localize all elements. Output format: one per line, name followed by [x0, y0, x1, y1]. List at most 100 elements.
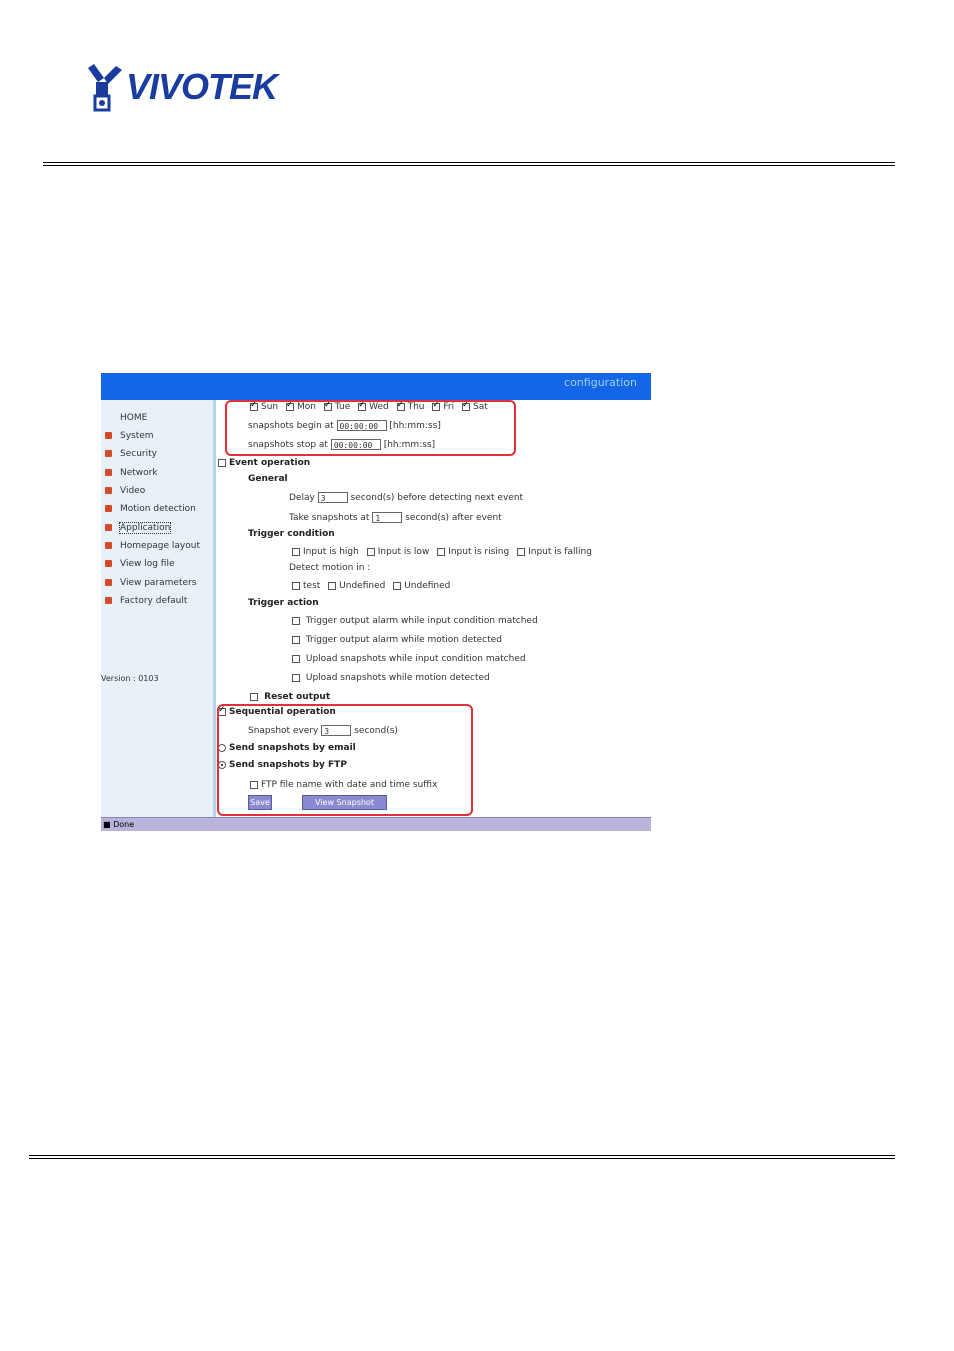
- detect-motion-label: Detect motion in :: [289, 563, 371, 573]
- action-upload-motion[interactable]: Upload snapshots while motion detected: [292, 673, 490, 683]
- motion-window-label: test: [303, 581, 321, 591]
- sidebar-item-video[interactable]: Video: [105, 486, 145, 500]
- condition-input-falling[interactable]: Input is falling: [517, 547, 592, 557]
- expand-icon: [105, 505, 112, 512]
- action-label: Trigger output alarm while input conditi…: [305, 616, 538, 626]
- take-input[interactable]: 1: [372, 512, 403, 523]
- status-text: ■ Done: [103, 820, 134, 829]
- condition-input-low[interactable]: Input is low: [366, 547, 430, 557]
- trigger-action-heading: Trigger action: [248, 598, 319, 608]
- status-bar: ■ Done: [101, 817, 651, 831]
- expand-icon: [105, 579, 112, 586]
- sidebar-item-network[interactable]: Network: [105, 468, 158, 482]
- checkbox[interactable]: [393, 581, 402, 590]
- sidebar-item-label: Application: [118, 522, 172, 534]
- expand-icon: [105, 487, 112, 494]
- header-rule: [43, 162, 895, 166]
- checkbox[interactable]: [292, 635, 300, 644]
- condition-input-high[interactable]: Input is high: [292, 547, 359, 557]
- sidebar: HOME System Security Network Video Motio…: [101, 400, 213, 817]
- sidebar-item-system[interactable]: System: [105, 431, 154, 445]
- expand-icon: [105, 542, 112, 549]
- checkbox[interactable]: [292, 547, 300, 556]
- config-window: configuration HOME System Security Netwo…: [101, 373, 651, 831]
- condition-input-rising[interactable]: Input is rising: [437, 547, 509, 557]
- condition-label: Input is low: [377, 547, 430, 557]
- sidebar-item-homepage-layout[interactable]: Homepage layout: [105, 541, 200, 555]
- sidebar-item-home[interactable]: HOME: [120, 413, 147, 427]
- page-icon: ■: [103, 820, 111, 829]
- window-title: configuration: [564, 376, 637, 389]
- event-operation-checkbox[interactable]: [218, 458, 226, 467]
- sidebar-item-label: View parameters: [120, 578, 197, 588]
- sidebar-item-motion-detection[interactable]: Motion detection: [105, 504, 196, 518]
- expand-icon: [105, 597, 112, 604]
- version-label: Version : 0103: [101, 674, 159, 683]
- action-output-input[interactable]: Trigger output alarm while input conditi…: [292, 616, 538, 626]
- motion-window-label: Undefined: [339, 581, 386, 591]
- motion-window-label: Undefined: [404, 581, 451, 591]
- condition-label: Input is high: [303, 547, 359, 557]
- checkbox[interactable]: [328, 581, 337, 590]
- trigger-conditions-row: Input is high Input is low Input is risi…: [292, 547, 592, 557]
- checkbox[interactable]: [292, 581, 300, 590]
- sidebar-item-label: Motion detection: [120, 504, 196, 514]
- reset-output-label: Reset output: [264, 692, 331, 702]
- delay-label: Delay: [289, 493, 315, 503]
- checkbox[interactable]: [366, 547, 375, 556]
- delay-input[interactable]: 3: [317, 492, 348, 503]
- expand-icon: [105, 560, 112, 567]
- motion-window-2[interactable]: Undefined: [328, 581, 385, 591]
- title-bar: configuration: [101, 373, 651, 400]
- expand-icon: [105, 432, 112, 439]
- event-operation-row[interactable]: Event operation: [218, 458, 310, 468]
- delay-suffix: second(s) before detecting next event: [350, 493, 524, 503]
- vivotek-logo: VIVOTEK: [86, 64, 296, 114]
- status-label: Done: [113, 820, 135, 829]
- camera-logo-icon: [88, 64, 122, 112]
- delay-row: Delay 3 second(s) before detecting next …: [289, 492, 523, 503]
- take-label: Take snapshots at: [289, 513, 370, 523]
- checkbox[interactable]: [517, 547, 526, 556]
- take-snapshots-row: Take snapshots at 1 second(s) after even…: [289, 512, 502, 523]
- action-label: Trigger output alarm while motion detect…: [305, 635, 502, 645]
- trigger-condition-heading: Trigger condition: [248, 529, 335, 539]
- checkbox[interactable]: [292, 673, 300, 682]
- sidebar-item-label: Factory default: [120, 596, 188, 606]
- expand-icon: [105, 524, 112, 531]
- event-operation-label: Event operation: [229, 458, 311, 468]
- logo-text: VIVOTEK: [126, 66, 278, 107]
- sidebar-item-label: View log file: [120, 559, 175, 569]
- reset-output-checkbox[interactable]: [250, 692, 258, 701]
- sidebar-item-label: HOME: [120, 413, 148, 423]
- sidebar-item-factory-default[interactable]: Factory default: [105, 596, 187, 610]
- reset-output-row[interactable]: Reset output: [250, 692, 330, 702]
- sidebar-item-label: Video: [120, 486, 146, 496]
- sidebar-item-view-parameters[interactable]: View parameters: [105, 578, 196, 592]
- sidebar-item-label: Network: [120, 468, 158, 478]
- take-suffix: second(s) after event: [405, 513, 502, 523]
- condition-label: Input is rising: [448, 547, 510, 557]
- general-heading: General: [248, 474, 288, 484]
- sidebar-divider: [213, 400, 216, 817]
- expand-icon: [105, 450, 112, 457]
- checkbox[interactable]: [292, 616, 300, 625]
- sidebar-item-label: Security: [120, 449, 157, 459]
- checkbox[interactable]: [292, 654, 300, 663]
- action-label: Upload snapshots while input condition m…: [305, 654, 526, 664]
- footer-rule: [29, 1155, 895, 1159]
- sidebar-item-view-log-file[interactable]: View log file: [105, 559, 175, 573]
- sequential-highlight: [217, 704, 473, 816]
- motion-window-test[interactable]: test: [292, 581, 320, 591]
- motion-windows-row: test Undefined Undefined: [292, 581, 450, 591]
- sidebar-item-application[interactable]: Application: [105, 522, 172, 537]
- condition-label: Input is falling: [528, 547, 592, 557]
- action-label: Upload snapshots while motion detected: [305, 673, 490, 683]
- action-upload-input[interactable]: Upload snapshots while input condition m…: [292, 654, 526, 664]
- motion-window-3[interactable]: Undefined: [393, 581, 450, 591]
- action-output-motion[interactable]: Trigger output alarm while motion detect…: [292, 635, 502, 645]
- schedule-highlight: [225, 400, 516, 456]
- sidebar-item-label: Homepage layout: [120, 541, 200, 551]
- checkbox[interactable]: [437, 547, 446, 556]
- sidebar-item-security[interactable]: Security: [105, 449, 157, 463]
